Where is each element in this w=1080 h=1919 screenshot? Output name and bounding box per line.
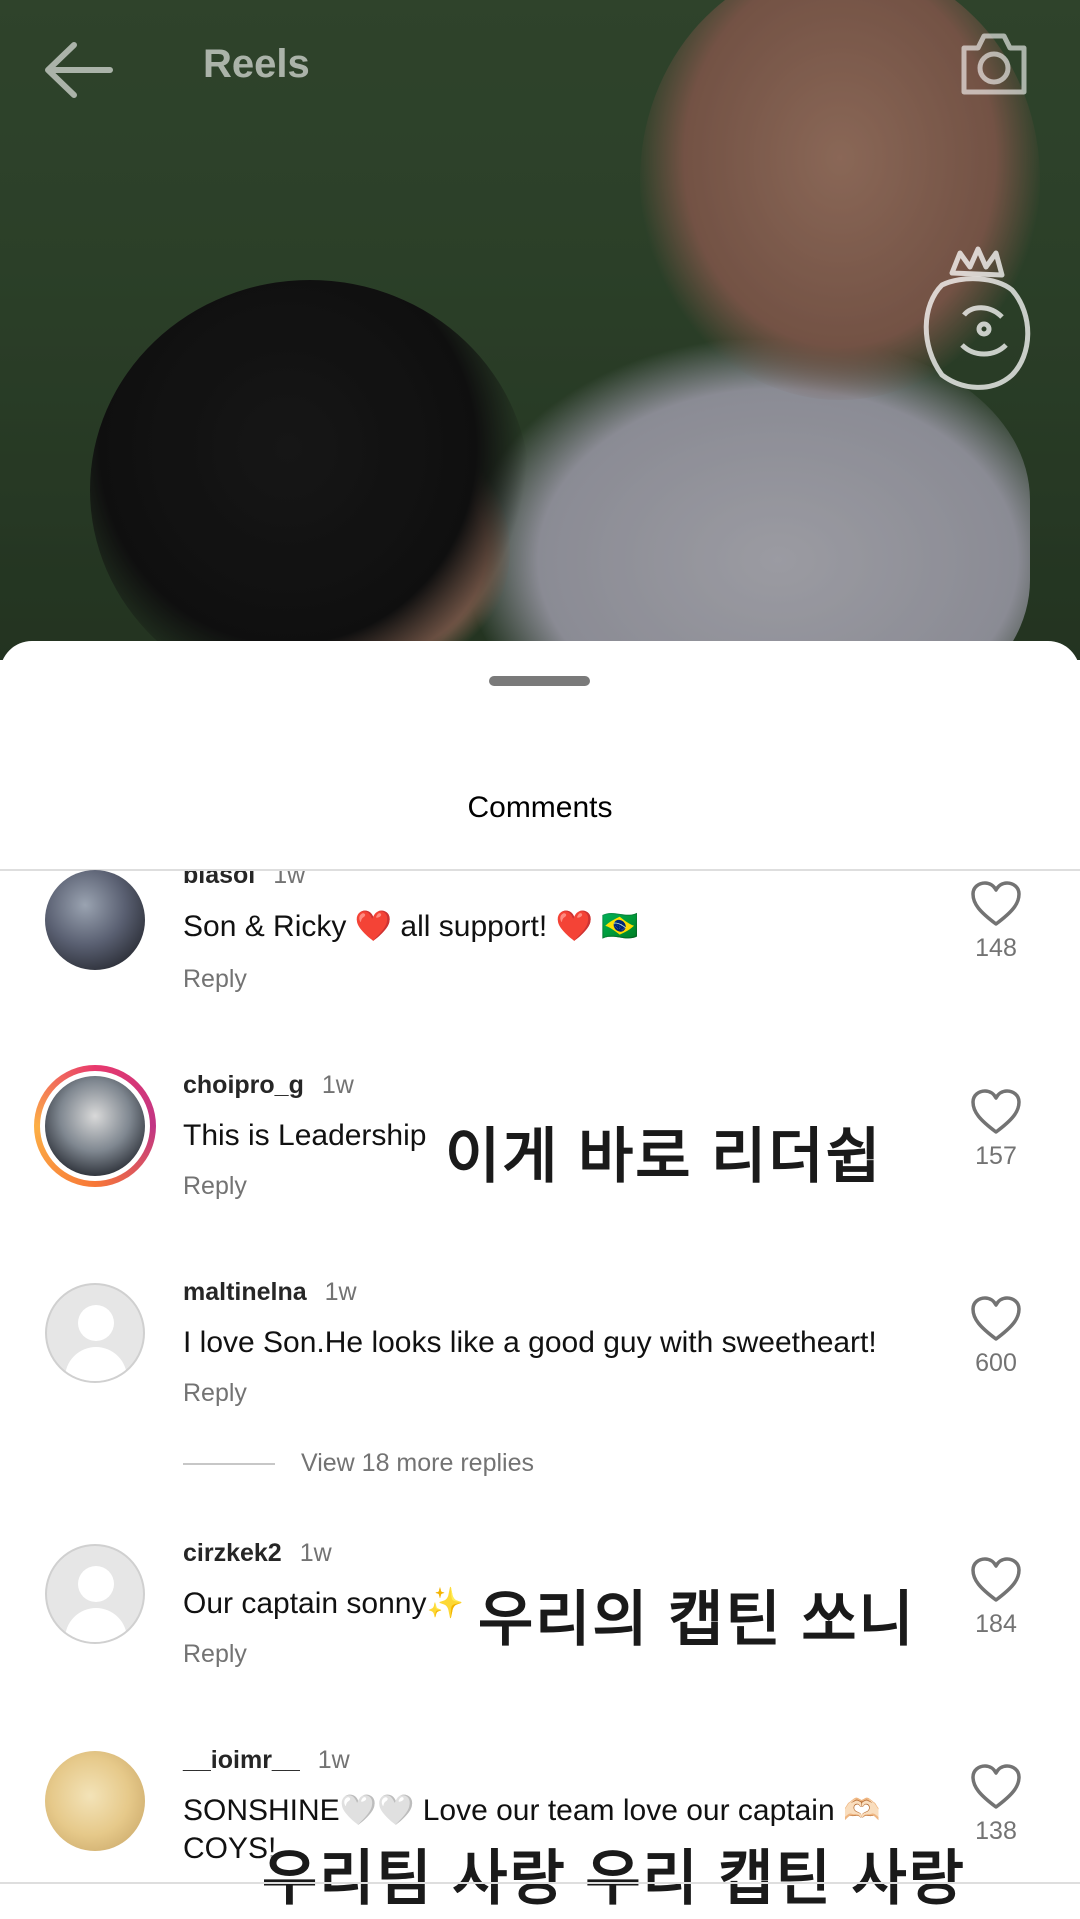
reply-button[interactable]: Reply [183,965,247,994]
replies-divider-line [183,1463,275,1466]
comment-username[interactable]: maltinelna [183,1278,307,1306]
like-count: 600 [975,1349,1017,1377]
korean-caption-overlay: 이게 바로 리더쉽 [445,1123,883,1190]
camera-icon [961,33,1027,95]
korean-caption-overlay: 우리팀 사랑 우리 캡틴 사랑 [262,1845,966,1912]
top-bar: Reels [0,0,1080,130]
comment-text: I love Son.He looks like a good guy with… [183,1326,877,1359]
heart-icon [971,1764,1021,1809]
avatar-placeholder-body [65,1608,127,1642]
comment-username[interactable]: choipro_g [183,1071,304,1099]
like-button[interactable] [970,1763,1022,1811]
avatar[interactable] [45,1751,145,1851]
comment-meta: __ioimr__ 1w [183,1746,350,1775]
like-button[interactable] [970,880,1022,928]
comment-meta: biasol 1w [183,871,305,890]
emoji-bar-divider [0,1882,1080,1884]
heart-icon [971,881,1021,926]
heart-icon [971,1296,1021,1341]
comment-time: 1w [273,871,306,889]
comment-text-line: SONSHINE🤍🤍 Love our team love our captai… [183,1794,881,1827]
comments-sheet: Comments [0,641,1080,1919]
like-button[interactable] [970,1295,1022,1343]
comment-username[interactable]: biasol [183,871,255,889]
back-button[interactable] [38,35,118,105]
like-button[interactable] [970,1556,1022,1604]
korean-caption-overlay: 우리의 캡틴 쏘니 [478,1586,916,1653]
avatar-placeholder-body [65,1347,127,1381]
heart-icon [971,1089,1021,1134]
comment-meta: choipro_g 1w [183,1071,354,1100]
avatar-story-ring[interactable] [34,1065,156,1187]
like-count: 148 [975,934,1017,962]
like-count: 184 [975,1610,1017,1638]
heart-icon [971,1557,1021,1602]
arrow-left-icon [45,42,113,98]
comment-username[interactable]: cirzkek2 [183,1539,282,1567]
reply-button[interactable]: Reply [183,1379,247,1408]
reply-button[interactable]: Reply [183,1640,247,1669]
avatar-default[interactable] [45,1544,145,1644]
comment-time: 1w [324,1278,357,1306]
league-lion-logo [923,246,1031,390]
comment-text: Son & Ricky ❤️ all support! ❤️ 🇧🇷 [183,910,639,943]
like-count: 138 [975,1817,1017,1845]
comment-username[interactable]: __ioimr__ [183,1746,300,1774]
comment-time: 1w [317,1746,350,1774]
reply-button[interactable]: Reply [183,1172,247,1201]
comment-time: 1w [321,1071,354,1099]
reels-comments-screen: Reels Comments biasol 1w Son & Ricky ❤️ a… [0,0,1080,1919]
sheet-title: Comments [467,791,613,824]
comment-time: 1w [299,1539,332,1567]
like-count: 157 [975,1142,1017,1170]
page-title: Reels [203,42,310,86]
sheet-drag-handle[interactable] [489,676,590,686]
avatar [45,1076,145,1176]
camera-button[interactable] [958,30,1030,98]
avatar-default[interactable] [45,1283,145,1383]
comment-meta: maltinelna 1w [183,1278,357,1307]
view-more-replies-button[interactable]: View 18 more replies [183,1449,534,1479]
avatar-placeholder-head [78,1566,114,1602]
comment-meta: cirzkek2 1w [183,1539,332,1568]
view-replies-label: View 18 more replies [301,1449,534,1477]
avatar-placeholder-head [78,1305,114,1341]
like-button[interactable] [970,1088,1022,1136]
comment-meta-clip: biasol 1w [0,871,1080,911]
